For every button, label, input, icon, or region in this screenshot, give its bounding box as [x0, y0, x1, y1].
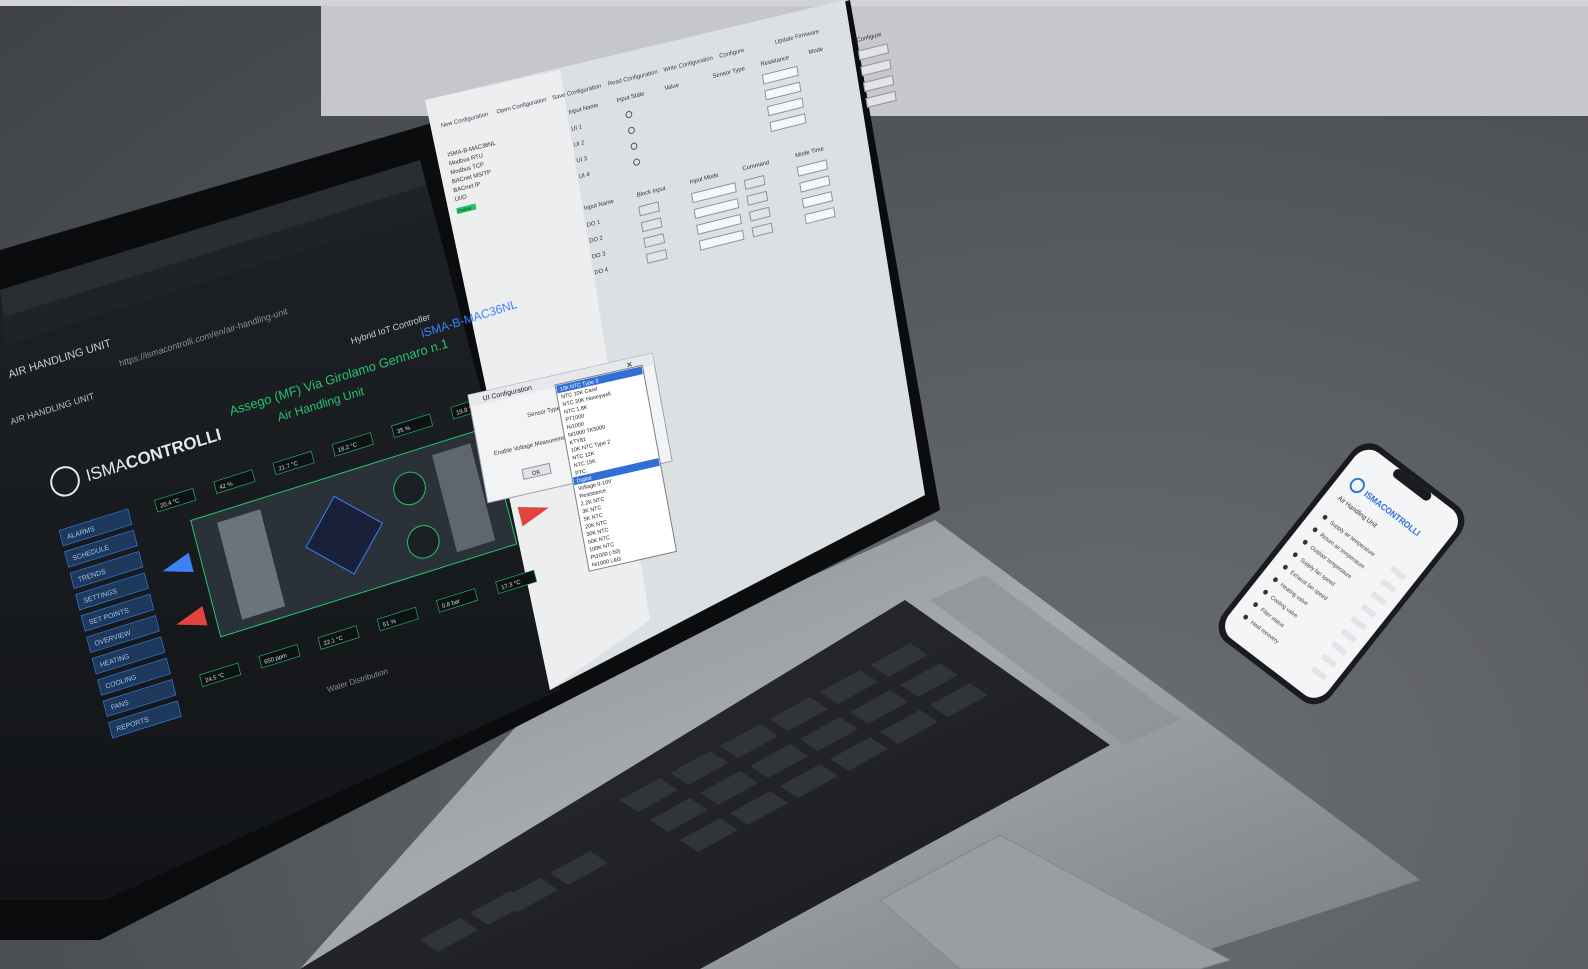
configure-button[interactable] — [860, 59, 892, 77]
product-photo: AIR HANDLING UNIT https://ismacontrolli.… — [0, 0, 1588, 969]
configure-button[interactable] — [862, 74, 895, 93]
configure-button[interactable] — [865, 90, 897, 109]
scene: AIR HANDLING UNIT https://ismacontrolli.… — [0, 0, 1465, 969]
configure-button[interactable] — [857, 43, 890, 61]
ui-table-header: Configure — [856, 32, 883, 44]
smartphone: ISMACONTROLLI Air Handling Unit Supply a… — [1218, 443, 1465, 705]
